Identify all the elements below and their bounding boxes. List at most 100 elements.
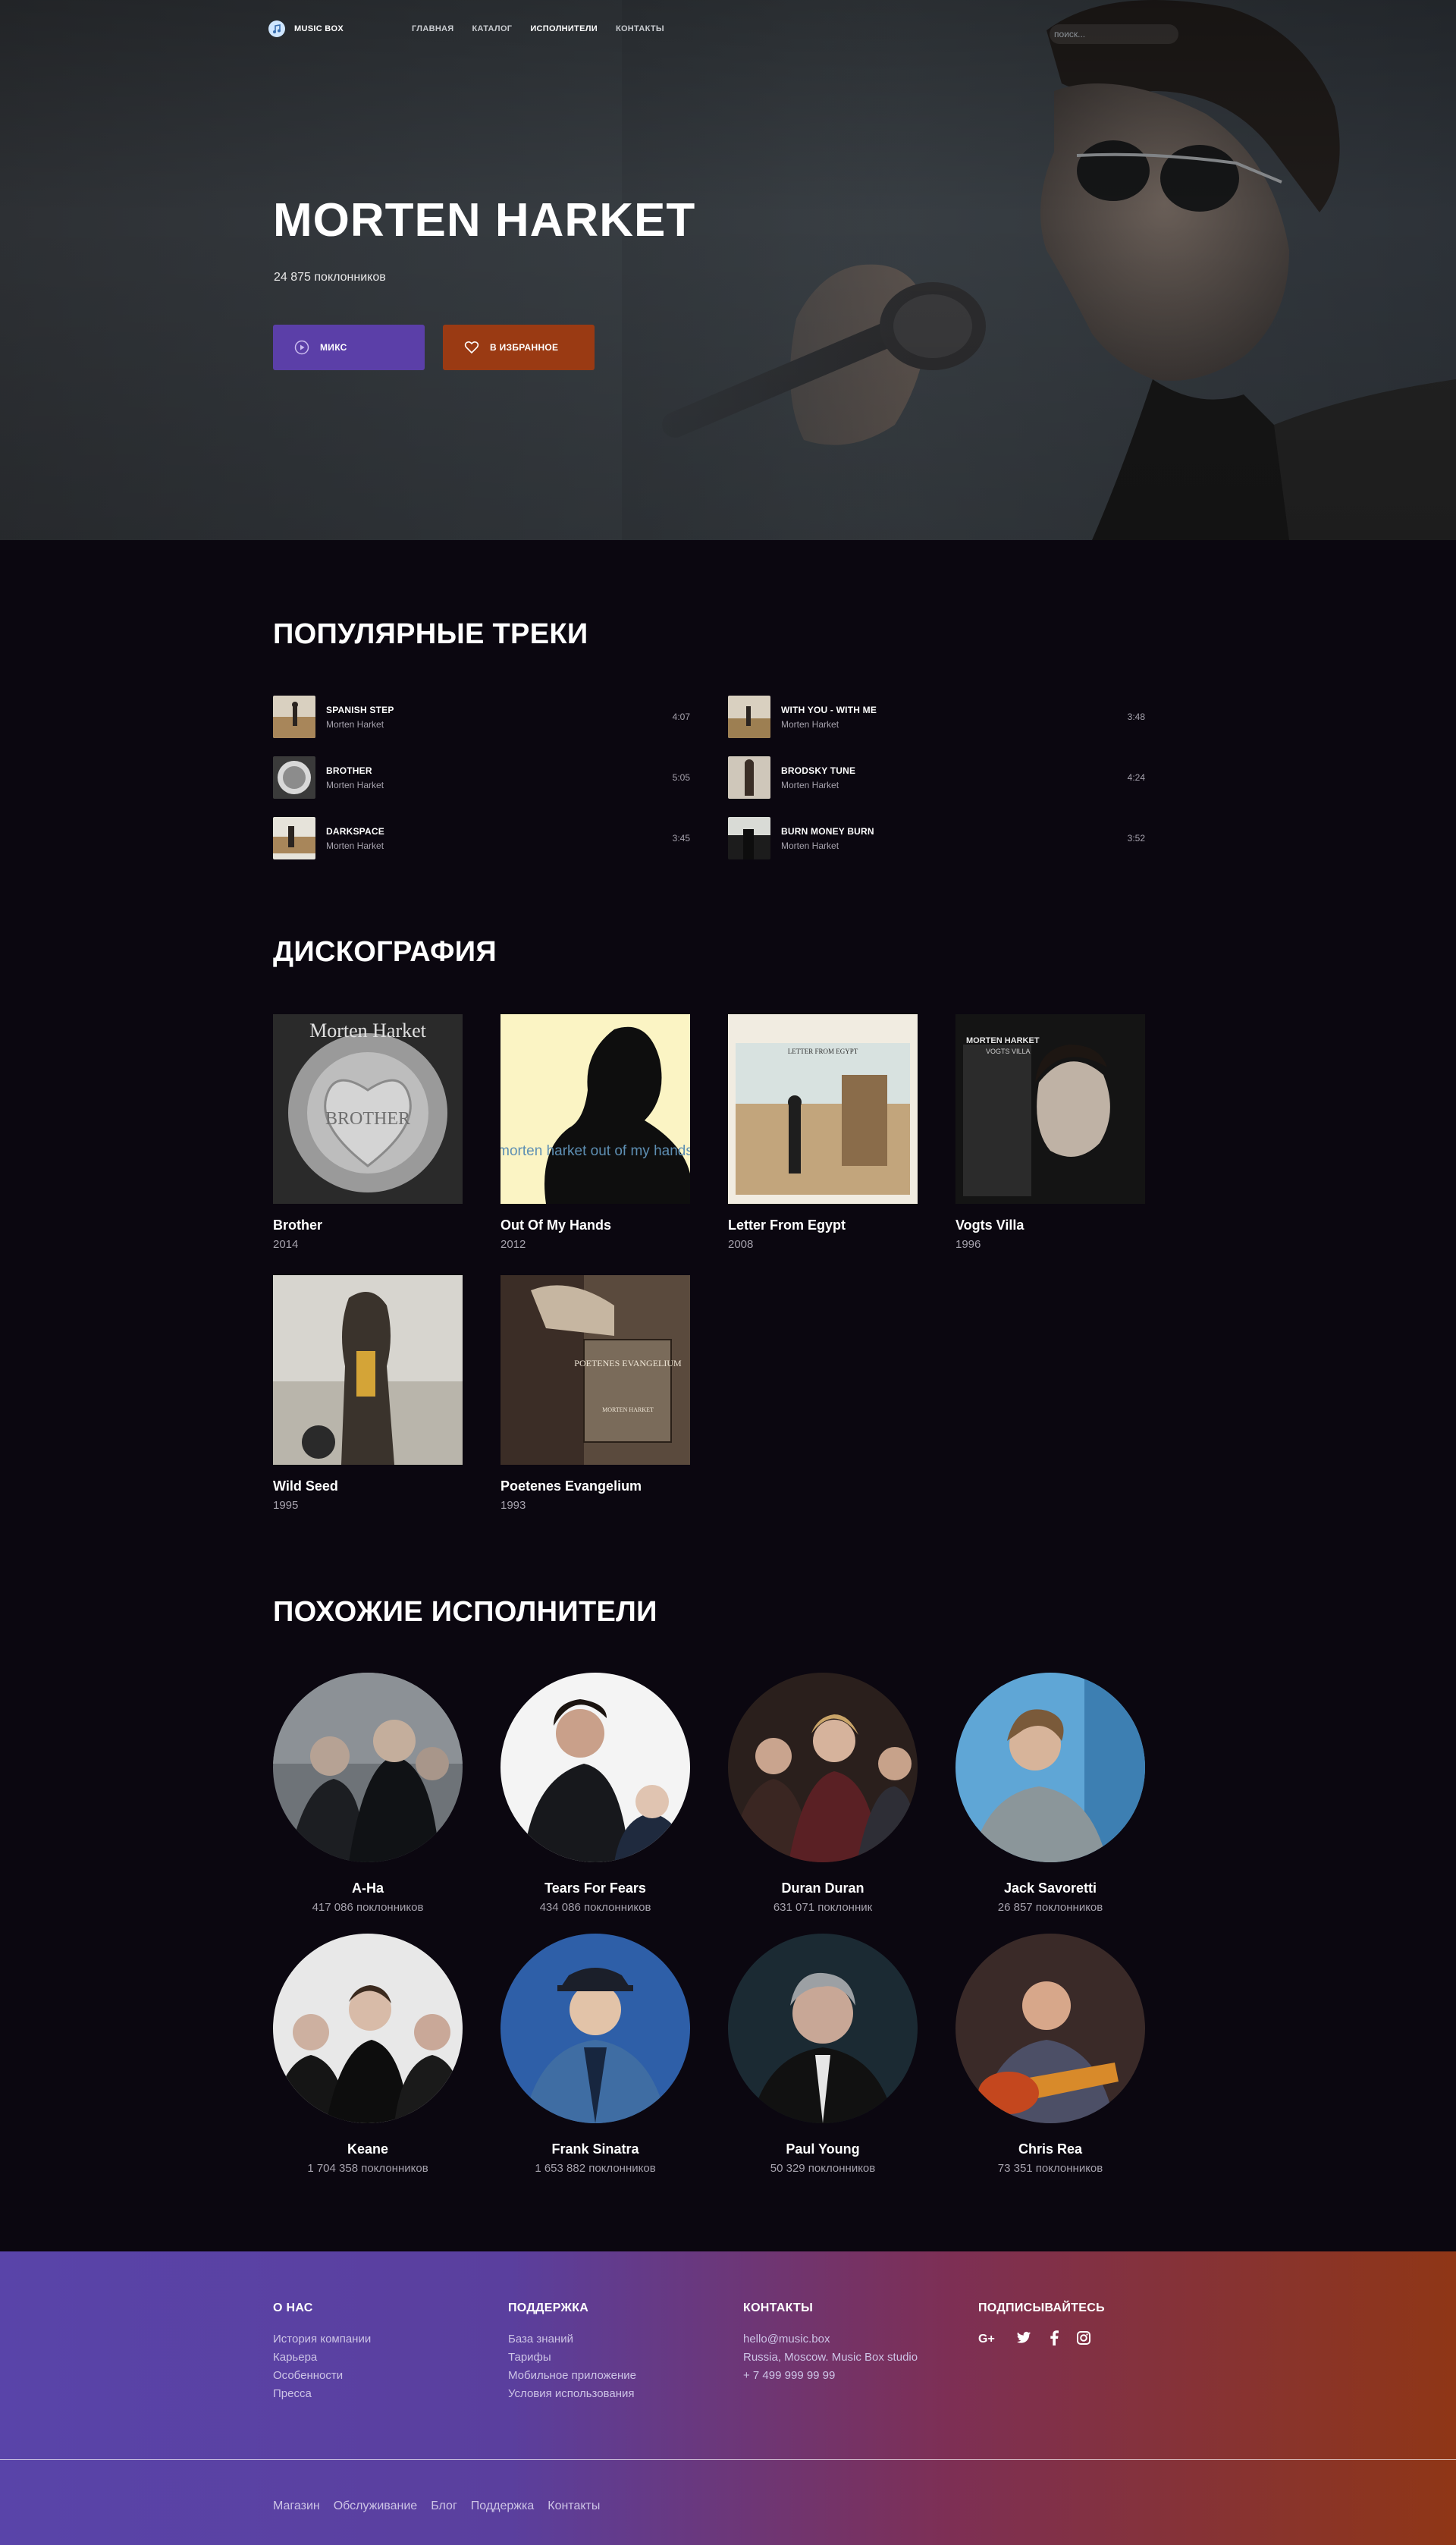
track-duration: 3:48 xyxy=(1127,712,1145,722)
album-cover: POETENES EVANGELIUM MORTEN HARKET xyxy=(500,1275,690,1465)
instagram-icon[interactable] xyxy=(1077,2331,1090,2345)
similar-artist-card[interactable]: Keane 1 704 358 поклонников xyxy=(273,1934,463,2175)
twitter-icon[interactable] xyxy=(1016,2331,1031,2345)
track-duration: 3:52 xyxy=(1127,833,1145,844)
footer-bottom-link[interactable]: Обслуживание xyxy=(334,2497,417,2515)
artist-photo xyxy=(500,1934,690,2123)
similar-artist-card[interactable]: Paul Young 50 329 поклонников xyxy=(728,1934,918,2175)
album-cover-title: LETTER FROM EGYPT xyxy=(788,1048,858,1055)
track-item[interactable]: SPANISH STEP Morten Harket 4:07 xyxy=(273,695,690,739)
svg-text:G+: G+ xyxy=(978,2333,995,2345)
track-title: DARKSPACE xyxy=(326,825,384,837)
album-cover xyxy=(273,1275,463,1465)
footer-bottom-nav: Магазин Обслуживание Блог Поддержка Конт… xyxy=(273,2497,600,2515)
discography-title: ДИСКОГРАФИЯ xyxy=(273,936,497,968)
logo-text[interactable]: MUSIC BOX xyxy=(294,24,344,33)
track-item[interactable]: DARKSPACE Morten Harket 3:45 xyxy=(273,816,690,860)
contact-phone[interactable]: + 7 499 999 99 99 xyxy=(743,2367,918,2385)
track-item[interactable]: BROTHER Morten Harket 5:05 xyxy=(273,756,690,800)
track-item[interactable]: BRODSKY TUNE Morten Harket 4:24 xyxy=(728,756,1145,800)
artist-photo xyxy=(956,1673,1145,1862)
track-artist: Morten Harket xyxy=(781,840,839,851)
album-title: Brother xyxy=(273,1218,323,1233)
album-card[interactable]: LETTER FROM EGYPT Letter From Egypt 2008 xyxy=(728,1014,918,1251)
similar-artist-card[interactable]: Tears For Fears 434 086 поклонников xyxy=(500,1673,690,1914)
footer-link[interactable]: История компании xyxy=(273,2330,371,2349)
mix-button[interactable]: МИКС xyxy=(273,325,425,370)
track-artist: Morten Harket xyxy=(781,779,839,790)
track-cover xyxy=(273,756,315,799)
social-links: G+ xyxy=(978,2330,1105,2345)
footer-link[interactable]: Карьера xyxy=(273,2349,371,2367)
footer-link[interactable]: Пресса xyxy=(273,2385,371,2403)
album-cover: MORTEN HARKET VOGTS VILLA xyxy=(956,1014,1145,1204)
album-year: 1993 xyxy=(500,1499,526,1512)
artist-name: A-Ha xyxy=(351,1880,384,1896)
album-card[interactable]: Wild Seed 1995 xyxy=(273,1275,463,1512)
footer-link[interactable]: Особенности xyxy=(273,2367,371,2385)
track-item[interactable]: BURN MONEY BURN Morten Harket 3:52 xyxy=(728,816,1145,860)
footer-link[interactable]: Условия использования xyxy=(508,2385,636,2403)
album-cover: Morten Harket BROTHER xyxy=(273,1014,463,1204)
artist-name: Keane xyxy=(347,2141,389,2157)
nav-artists[interactable]: ИСПОЛНИТЕЛИ xyxy=(530,24,598,33)
similar-artist-card[interactable]: Duran Duran 631 071 поклонник xyxy=(728,1673,918,1914)
footer-link[interactable]: База знаний xyxy=(508,2330,636,2349)
track-cover xyxy=(728,756,770,799)
contact-email[interactable]: hello@music.box xyxy=(743,2330,918,2349)
track-artist: Morten Harket xyxy=(326,779,384,790)
album-year: 2012 xyxy=(500,1238,526,1251)
similar-artist-card[interactable]: A-Ha 417 086 поклонников xyxy=(273,1673,463,1914)
track-cover xyxy=(728,817,770,859)
footer-bottom-link[interactable]: Магазин xyxy=(273,2497,320,2515)
album-cover-artist: MORTEN HARKET xyxy=(966,1036,1040,1045)
contact-address: Russia, Moscow. Music Box studio xyxy=(743,2351,918,2364)
album-title: Out Of My Hands xyxy=(500,1218,612,1233)
similar-artists-title: ПОХОЖИЕ ИСПОЛНИТЕЛИ xyxy=(273,1596,657,1628)
footer-support: ПОДДЕРЖКА База знаний Тарифы Мобильное п… xyxy=(508,2301,636,2403)
album-card[interactable]: Morten Harket BROTHER Brother 2014 xyxy=(273,1014,463,1251)
favorite-button[interactable]: В ИЗБРАННОЕ xyxy=(443,325,595,370)
album-card[interactable]: morten harket out of my hands Out Of My … xyxy=(500,1014,690,1251)
track-cover xyxy=(273,817,315,859)
nav-catalog[interactable]: КАТАЛОГ xyxy=(472,24,513,33)
artist-fans: 417 086 поклонников xyxy=(312,1901,424,1914)
facebook-icon[interactable] xyxy=(1050,2330,1059,2345)
album-title: Wild Seed xyxy=(273,1478,338,1494)
play-circle-icon xyxy=(294,340,309,355)
track-duration: 4:24 xyxy=(1127,772,1145,783)
google-plus-icon[interactable]: G+ xyxy=(978,2331,998,2345)
footer-contacts-title: КОНТАКТЫ xyxy=(743,2301,814,2314)
heart-icon xyxy=(464,341,479,354)
artist-name: Tears For Fears xyxy=(544,1880,646,1896)
artist-followers: 24 875 поклонников xyxy=(274,271,386,284)
artist-photo xyxy=(956,1934,1145,2123)
album-cover-title: BROTHER xyxy=(325,1109,410,1129)
similar-artist-card[interactable]: Chris Rea 73 351 поклонников xyxy=(956,1934,1145,2175)
footer: О НАС История компании Карьера Особеннос… xyxy=(0,2251,1456,2545)
logo-icon[interactable] xyxy=(268,20,285,37)
footer-bottom-link[interactable]: Поддержка xyxy=(471,2497,534,2515)
album-title: Poetenes Evangelium xyxy=(500,1478,642,1494)
album-card[interactable]: POETENES EVANGELIUM MORTEN HARKET Poeten… xyxy=(500,1275,690,1512)
artist-title: MORTEN HARKET xyxy=(273,194,696,247)
search-input[interactable] xyxy=(1050,24,1178,44)
footer-subscribe: ПОДПИСЫВАЙТЕСЬ G+ xyxy=(978,2301,1105,2345)
artist-name: Duran Duran xyxy=(781,1880,864,1896)
footer-bottom-link[interactable]: Контакты xyxy=(548,2497,600,2515)
similar-artist-card[interactable]: Jack Savoretti 26 857 поклонников xyxy=(956,1673,1145,1914)
artist-photo xyxy=(728,1673,918,1862)
footer-link[interactable]: Мобильное приложение xyxy=(508,2367,636,2385)
footer-bottom-link[interactable]: Блог xyxy=(431,2497,457,2515)
footer-subscribe-title: ПОДПИСЫВАЙТЕСЬ xyxy=(978,2301,1105,2314)
track-item[interactable]: WITH YOU - WITH ME Morten Harket 3:48 xyxy=(728,695,1145,739)
similar-artist-card[interactable]: Frank Sinatra 1 653 882 поклонников xyxy=(500,1934,690,2175)
artist-fans: 50 329 поклонников xyxy=(770,2162,876,2175)
track-duration: 5:05 xyxy=(672,772,690,783)
footer-divider xyxy=(0,2459,1456,2460)
nav-home[interactable]: ГЛАВНАЯ xyxy=(412,24,453,33)
footer-link[interactable]: Тарифы xyxy=(508,2349,636,2367)
nav-contacts[interactable]: КОНТАКТЫ xyxy=(616,24,664,33)
album-cover: morten harket out of my hands xyxy=(500,1014,690,1204)
album-card[interactable]: MORTEN HARKET VOGTS VILLA Vogts Villa 19… xyxy=(956,1014,1145,1251)
